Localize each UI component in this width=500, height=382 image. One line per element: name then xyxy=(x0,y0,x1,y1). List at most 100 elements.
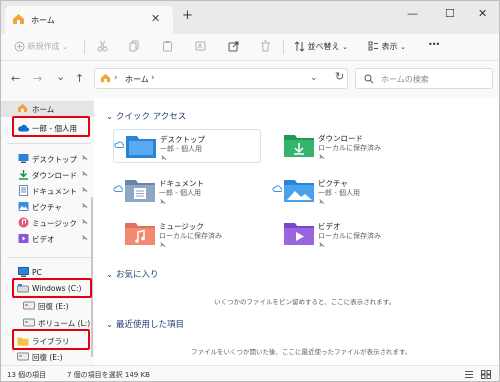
search-box[interactable]: ホームの検索 xyxy=(355,68,493,89)
item-location: 一郎 - 個人用 xyxy=(160,145,202,153)
search-icon xyxy=(364,74,374,86)
sort-button[interactable]: 並べ替え ⌄ xyxy=(294,41,348,52)
sidebar-item-music[interactable]: ミュージック xyxy=(1,215,94,231)
new-tab-button[interactable]: + xyxy=(182,8,193,23)
sidebar-item-desktop[interactable]: デスクトップ xyxy=(1,151,94,167)
cut-button[interactable] xyxy=(97,40,108,52)
pin-icon[interactable] xyxy=(81,202,89,212)
address-bar[interactable]: › ホーム › ⌄ xyxy=(94,68,348,89)
paste-button[interactable] xyxy=(162,40,173,52)
sidebar-item-documents[interactable]: ドキュメント xyxy=(1,183,94,199)
document-icon xyxy=(18,185,29,198)
pin-icon[interactable] xyxy=(81,170,89,180)
up-button[interactable]: ↑ xyxy=(75,72,84,85)
quick-access-item[interactable]: ダウンロード ローカルに保存済み xyxy=(272,129,420,163)
tab-home[interactable]: ホーム ✕ xyxy=(5,6,173,34)
chevron-down-icon[interactable]: ⌄ xyxy=(106,112,116,122)
pin-icon xyxy=(160,154,168,164)
quick-access-header[interactable]: ⌄ クイック アクセス xyxy=(106,110,186,122)
pin-icon xyxy=(318,198,326,208)
quick-access-item[interactable]: ピクチャ 一郎 - 個人用 xyxy=(272,174,420,208)
quick-access-item[interactable]: デスクトップ 一郎 - 個人用 xyxy=(113,129,261,163)
pin-icon xyxy=(159,241,167,251)
sidebar-separator xyxy=(7,143,91,144)
home-icon xyxy=(12,13,25,27)
selection-info: 7 個の項目を選択 149 KB xyxy=(67,371,150,379)
sidebar-item-label: ミュージック xyxy=(32,219,77,228)
forward-button[interactable]: → xyxy=(33,72,42,85)
section-title: お気に入り xyxy=(116,270,159,280)
cloud-status-icon xyxy=(114,141,125,150)
address-row: ← → ⌄ ↑ › ホーム › ⌄ ↻ ホームの検索 xyxy=(1,61,499,97)
favorites-header[interactable]: ⌄ お気に入り xyxy=(106,268,159,280)
chevron-down-icon[interactable]: ⌄ xyxy=(106,270,116,280)
pin-icon[interactable] xyxy=(81,234,89,244)
sidebar-item-pictures[interactable]: ピクチャ xyxy=(1,199,94,215)
pin-icon[interactable] xyxy=(81,186,89,196)
music-folder-icon xyxy=(125,221,155,247)
close-window-button[interactable]: ✕ xyxy=(478,7,487,20)
address-dropdown-icon[interactable]: ⌄ xyxy=(310,73,318,83)
sidebar-item-drive-e[interactable]: 回復 (E:) xyxy=(1,298,94,314)
sidebar-item-drive-e2[interactable]: 回復 (E:) xyxy=(1,349,94,365)
minimize-button[interactable]: — xyxy=(407,7,418,20)
highlight-box xyxy=(12,278,92,298)
tiles-view-icon[interactable] xyxy=(481,370,491,381)
highlight-box xyxy=(12,116,90,137)
sidebar-item-label: デスクトップ xyxy=(32,155,77,164)
content-pane: ⌄ クイック アクセス デスクトップ 一郎 - 個人用 ダウンロード ローカルに保… xyxy=(94,97,499,365)
more-options-button[interactable]: ••• xyxy=(428,40,440,49)
copy-button[interactable] xyxy=(129,40,140,52)
home-icon xyxy=(17,103,28,115)
sidebar-item-label: ボリューム (L:) xyxy=(38,319,91,328)
sort-icon xyxy=(294,41,305,52)
recent-header[interactable]: ⌄ 最近使用した項目 xyxy=(106,318,184,330)
scissors-icon xyxy=(97,40,108,52)
sidebar-scrollbar[interactable] xyxy=(91,197,93,357)
breadcrumb-separator[interactable]: › xyxy=(114,73,118,83)
close-tab-icon[interactable]: ✕ xyxy=(151,12,160,25)
section-title: 最近使用した項目 xyxy=(116,320,185,330)
sidebar-item-videos[interactable]: ビデオ xyxy=(1,231,94,247)
sidebar-item-downloads[interactable]: ダウンロード xyxy=(1,167,94,183)
sidebar-item-label: ホーム xyxy=(32,105,55,114)
view-button[interactable]: 表示 ⌄ xyxy=(368,41,406,52)
sidebar-item-label: ピクチャ xyxy=(32,203,62,212)
refresh-button[interactable]: ↻ xyxy=(335,70,344,83)
quick-access-item[interactable]: ミュージック ローカルに保存済み xyxy=(113,217,261,251)
chevron-down-icon[interactable]: ⌄ xyxy=(106,320,116,330)
downloads-folder-icon xyxy=(284,133,314,159)
pin-icon[interactable] xyxy=(81,154,89,164)
recent-empty-message: ファイルをいくつか開いた後、ここに最近使ったファイルが表示されます。 xyxy=(191,348,412,356)
sidebar-item-label: PC xyxy=(32,268,42,277)
quick-access-item[interactable]: ビデオ ローカルに保存済み xyxy=(272,217,420,251)
cloud-status-icon xyxy=(113,185,124,194)
back-button[interactable]: ← xyxy=(11,72,20,85)
pin-icon xyxy=(318,241,326,251)
share-button[interactable] xyxy=(228,40,239,52)
copy-icon xyxy=(129,40,139,52)
pin-icon xyxy=(159,198,167,208)
item-location: ローカルに保存済み xyxy=(318,144,381,152)
maximize-button[interactable]: ☐ xyxy=(445,7,455,20)
item-location: 一郎 - 個人用 xyxy=(159,189,201,197)
item-location: ローカルに保存済み xyxy=(318,232,381,240)
clipboard-icon xyxy=(163,41,172,52)
separator xyxy=(84,40,85,54)
drive-icon xyxy=(23,318,35,329)
pin-icon xyxy=(318,153,326,163)
sidebar-item-home[interactable]: ホーム xyxy=(1,101,94,117)
sidebar-item-label: ビデオ xyxy=(32,235,55,244)
new-button[interactable]: 新規作成 ⌄ xyxy=(14,41,68,52)
navigation-pane: ホーム 一郎 - 個人用 デスクトップ ダウンロード ドキュメント ピクチャ ミ… xyxy=(1,97,94,365)
breadcrumb-separator[interactable]: › xyxy=(151,73,155,83)
rename-button[interactable] xyxy=(195,40,206,52)
music-icon xyxy=(18,217,29,230)
quick-access-item[interactable]: ドキュメント 一郎 - 個人用 xyxy=(113,174,261,208)
details-view-icon[interactable] xyxy=(464,370,474,381)
breadcrumb-home[interactable]: ホーム xyxy=(125,74,149,85)
recent-locations-button[interactable]: ⌄ xyxy=(56,70,65,83)
sidebar-item-label: 回復 (E:) xyxy=(32,353,63,362)
delete-button[interactable] xyxy=(260,40,271,52)
pin-icon[interactable] xyxy=(81,218,89,228)
